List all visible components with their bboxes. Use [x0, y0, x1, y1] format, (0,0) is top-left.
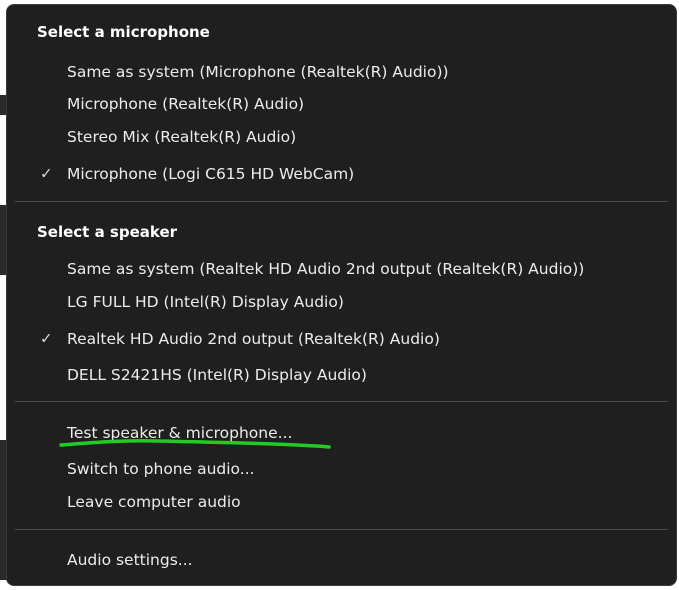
menu-item-speaker-realtek-2nd-output[interactable]: ✓ Realtek HD Audio 2nd output (Realtek(R…: [7, 324, 676, 354]
audio-dropdown-menu: Select a microphone Same as system (Micr…: [6, 4, 677, 586]
menu-divider: [15, 201, 668, 202]
menu-item-speaker-lg-full-hd[interactable]: LG FULL HD (Intel(R) Display Audio): [7, 287, 676, 317]
speaker-section-title: Select a speaker: [37, 223, 178, 241]
menu-item-mic-stereo-mix[interactable]: Stereo Mix (Realtek(R) Audio): [7, 122, 676, 152]
menu-item-label: Leave computer audio: [67, 493, 241, 511]
green-underline-annotation: [59, 439, 331, 449]
menu-item-mic-realtek[interactable]: Microphone (Realtek(R) Audio): [7, 89, 676, 119]
menu-item-label: LG FULL HD (Intel(R) Display Audio): [67, 293, 344, 311]
menu-item-mic-logi-webcam[interactable]: ✓ Microphone (Logi C615 HD WebCam): [7, 159, 676, 189]
menu-item-label: Audio settings...: [67, 551, 193, 569]
menu-divider: [15, 529, 668, 530]
menu-item-audio-settings[interactable]: Audio settings...: [7, 545, 676, 575]
menu-item-label: Microphone (Realtek(R) Audio): [67, 95, 305, 113]
menu-item-mic-same-as-system[interactable]: Same as system (Microphone (Realtek(R) A…: [7, 57, 676, 87]
menu-item-speaker-dell-s2421hs[interactable]: DELL S2421HS (Intel(R) Display Audio): [7, 360, 676, 390]
menu-item-label: Realtek HD Audio 2nd output (Realtek(R) …: [67, 330, 440, 348]
menu-item-label: DELL S2421HS (Intel(R) Display Audio): [67, 366, 367, 384]
menu-divider: [15, 401, 668, 402]
menu-item-label: Stereo Mix (Realtek(R) Audio): [67, 128, 297, 146]
checkmark-icon: ✓: [40, 329, 53, 348]
menu-item-switch-to-phone-audio[interactable]: Switch to phone audio...: [7, 454, 676, 484]
menu-item-label: Switch to phone audio...: [67, 460, 255, 478]
checkmark-icon: ✓: [40, 164, 53, 183]
microphone-section-title: Select a microphone: [37, 23, 210, 41]
menu-item-speaker-same-as-system[interactable]: Same as system (Realtek HD Audio 2nd out…: [7, 254, 676, 284]
menu-item-leave-computer-audio[interactable]: Leave computer audio: [7, 487, 676, 517]
menu-item-label: Same as system (Realtek HD Audio 2nd out…: [67, 260, 585, 278]
menu-item-label: Microphone (Logi C615 HD WebCam): [67, 165, 355, 183]
menu-item-label: Same as system (Microphone (Realtek(R) A…: [67, 63, 449, 81]
